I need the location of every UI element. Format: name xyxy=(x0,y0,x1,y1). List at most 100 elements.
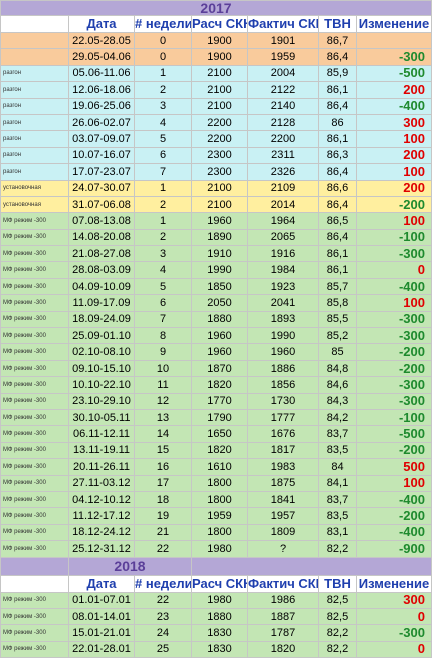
calc-skn-cell[interactable]: 1770 xyxy=(191,392,248,410)
week-cell[interactable]: 0 xyxy=(134,48,192,66)
week-cell[interactable]: 3 xyxy=(134,97,192,115)
fact-skn-cell[interactable]: 1984 xyxy=(247,261,319,279)
row-label[interactable]: МФ режим -300 xyxy=(0,212,69,230)
calc-skn-cell[interactable]: 1960 xyxy=(191,212,248,230)
calc-skn-cell[interactable]: 1820 xyxy=(191,376,248,394)
week-cell[interactable]: 22 xyxy=(134,591,192,609)
date-cell[interactable]: 28.08-03.09 xyxy=(68,261,135,279)
tvn-cell[interactable]: 86,6 xyxy=(318,179,357,197)
date-cell[interactable]: 02.10-08.10 xyxy=(68,343,135,361)
fact-skn-cell[interactable]: 1841 xyxy=(247,490,319,509)
tvn-cell[interactable]: 83,5 xyxy=(318,507,357,525)
fact-skn-cell[interactable]: 1886 xyxy=(247,359,319,378)
fact-skn-cell[interactable]: 2311 xyxy=(247,146,319,165)
row-label[interactable]: разгон xyxy=(0,130,69,148)
change-cell[interactable]: 200 xyxy=(356,81,432,99)
change-cell[interactable]: 0 xyxy=(356,640,432,658)
header-cell-label[interactable] xyxy=(0,574,69,593)
date-cell[interactable]: 12.06-18.06 xyxy=(68,81,135,99)
tvn-cell[interactable]: 86 xyxy=(318,113,357,132)
tvn-cell[interactable]: 85,9 xyxy=(318,64,357,83)
calc-skn-cell[interactable]: 1990 xyxy=(191,261,248,279)
date-cell[interactable]: 31.07-06.08 xyxy=(68,195,135,214)
tvn-cell[interactable]: 86,4 xyxy=(318,97,357,115)
header-cell-label[interactable] xyxy=(0,15,69,33)
date-cell[interactable]: 18.09-24.09 xyxy=(68,310,135,329)
calc-skn-cell[interactable]: 1650 xyxy=(191,425,248,443)
change-cell[interactable]: 200 xyxy=(356,179,432,197)
date-cell[interactable]: 20.11-26.11 xyxy=(68,458,135,476)
week-cell[interactable]: 9 xyxy=(134,343,192,361)
week-cell[interactable]: 14 xyxy=(134,425,192,443)
change-cell[interactable]: 200 xyxy=(356,146,432,165)
change-cell[interactable]: -500 xyxy=(356,64,432,83)
change-cell[interactable] xyxy=(356,31,432,50)
change-cell[interactable]: -100 xyxy=(356,228,432,247)
change-cell[interactable]: -500 xyxy=(356,425,432,443)
fact-skn-cell[interactable]: 1960 xyxy=(247,343,319,361)
fact-skn-cell[interactable]: 2200 xyxy=(247,130,319,148)
header-cell-date[interactable]: Дата xyxy=(68,574,135,593)
fact-skn-cell[interactable]: 2041 xyxy=(247,294,319,312)
date-cell[interactable]: 15.01-21.01 xyxy=(68,624,135,642)
week-cell[interactable]: 0 xyxy=(134,31,192,50)
calc-skn-cell[interactable]: 1910 xyxy=(191,245,248,263)
calc-skn-cell[interactable]: 1880 xyxy=(191,607,248,626)
header-cell-fact[interactable]: Фактич СКН xyxy=(247,15,319,33)
date-cell[interactable]: 07.08-13.08 xyxy=(68,212,135,230)
change-cell[interactable]: 100 xyxy=(356,474,432,492)
tvn-cell[interactable]: 85,5 xyxy=(318,310,357,329)
calc-skn-cell[interactable]: 1959 xyxy=(191,507,248,525)
change-cell[interactable]: -400 xyxy=(356,523,432,542)
tvn-cell[interactable]: 86,5 xyxy=(318,212,357,230)
header-cell-week[interactable]: # недели xyxy=(134,15,192,33)
fact-skn-cell[interactable]: ? xyxy=(247,540,319,558)
tvn-cell[interactable]: 86,1 xyxy=(318,261,357,279)
row-label[interactable]: МФ режим -300 xyxy=(0,408,69,427)
fact-skn-cell[interactable]: 1923 xyxy=(247,277,319,296)
tvn-cell[interactable]: 82,2 xyxy=(318,540,357,558)
change-cell[interactable]: -300 xyxy=(356,48,432,66)
tvn-cell[interactable]: 85 xyxy=(318,343,357,361)
date-cell[interactable]: 04.09-10.09 xyxy=(68,277,135,296)
date-cell[interactable]: 25.12-31.12 xyxy=(68,540,135,558)
week-cell[interactable]: 6 xyxy=(134,146,192,165)
fact-skn-cell[interactable]: 1964 xyxy=(247,212,319,230)
row-label[interactable]: МФ режим -300 xyxy=(0,310,69,329)
row-label[interactable]: МФ режим -300 xyxy=(0,277,69,296)
fact-skn-cell[interactable]: 2326 xyxy=(247,163,319,181)
calc-skn-cell[interactable]: 1610 xyxy=(191,458,248,476)
row-label[interactable]: МФ режим -300 xyxy=(0,490,69,509)
date-cell[interactable]: 29.05-04.06 xyxy=(68,48,135,66)
row-label[interactable] xyxy=(0,48,69,66)
week-cell[interactable]: 15 xyxy=(134,441,192,460)
tvn-cell[interactable]: 86,1 xyxy=(318,245,357,263)
tvn-cell[interactable]: 83,1 xyxy=(318,523,357,542)
row-label[interactable]: разгон xyxy=(0,113,69,132)
row-label[interactable]: МФ режим -300 xyxy=(0,540,69,558)
date-cell[interactable]: 21.08-27.08 xyxy=(68,245,135,263)
date-cell[interactable]: 14.08-20.08 xyxy=(68,228,135,247)
row-label[interactable]: МФ режим -300 xyxy=(0,425,69,443)
header-cell-tvn[interactable]: ТВН xyxy=(318,574,357,593)
calc-skn-cell[interactable]: 1900 xyxy=(191,31,248,50)
tvn-cell[interactable]: 86,3 xyxy=(318,146,357,165)
fact-skn-cell[interactable]: 1957 xyxy=(247,507,319,525)
week-cell[interactable]: 2 xyxy=(134,228,192,247)
date-cell[interactable]: 04.12-10.12 xyxy=(68,490,135,509)
header-cell-calc[interactable]: Расч СКН xyxy=(191,15,248,33)
fact-skn-cell[interactable]: 1875 xyxy=(247,474,319,492)
calc-skn-cell[interactable]: 1980 xyxy=(191,540,248,558)
row-label[interactable]: МФ режим -300 xyxy=(0,245,69,263)
tvn-cell[interactable]: 83,7 xyxy=(318,425,357,443)
change-cell[interactable]: -300 xyxy=(356,392,432,410)
week-cell[interactable]: 2 xyxy=(134,81,192,99)
date-cell[interactable]: 18.12-24.12 xyxy=(68,523,135,542)
row-label[interactable]: разгон xyxy=(0,146,69,165)
calc-skn-cell[interactable]: 1850 xyxy=(191,277,248,296)
date-cell[interactable]: 22.05-28.05 xyxy=(68,31,135,50)
tvn-cell[interactable]: 84,2 xyxy=(318,408,357,427)
row-label[interactable]: установочная xyxy=(0,179,69,197)
row-label[interactable]: МФ режим -300 xyxy=(0,359,69,378)
week-cell[interactable]: 1 xyxy=(134,64,192,83)
